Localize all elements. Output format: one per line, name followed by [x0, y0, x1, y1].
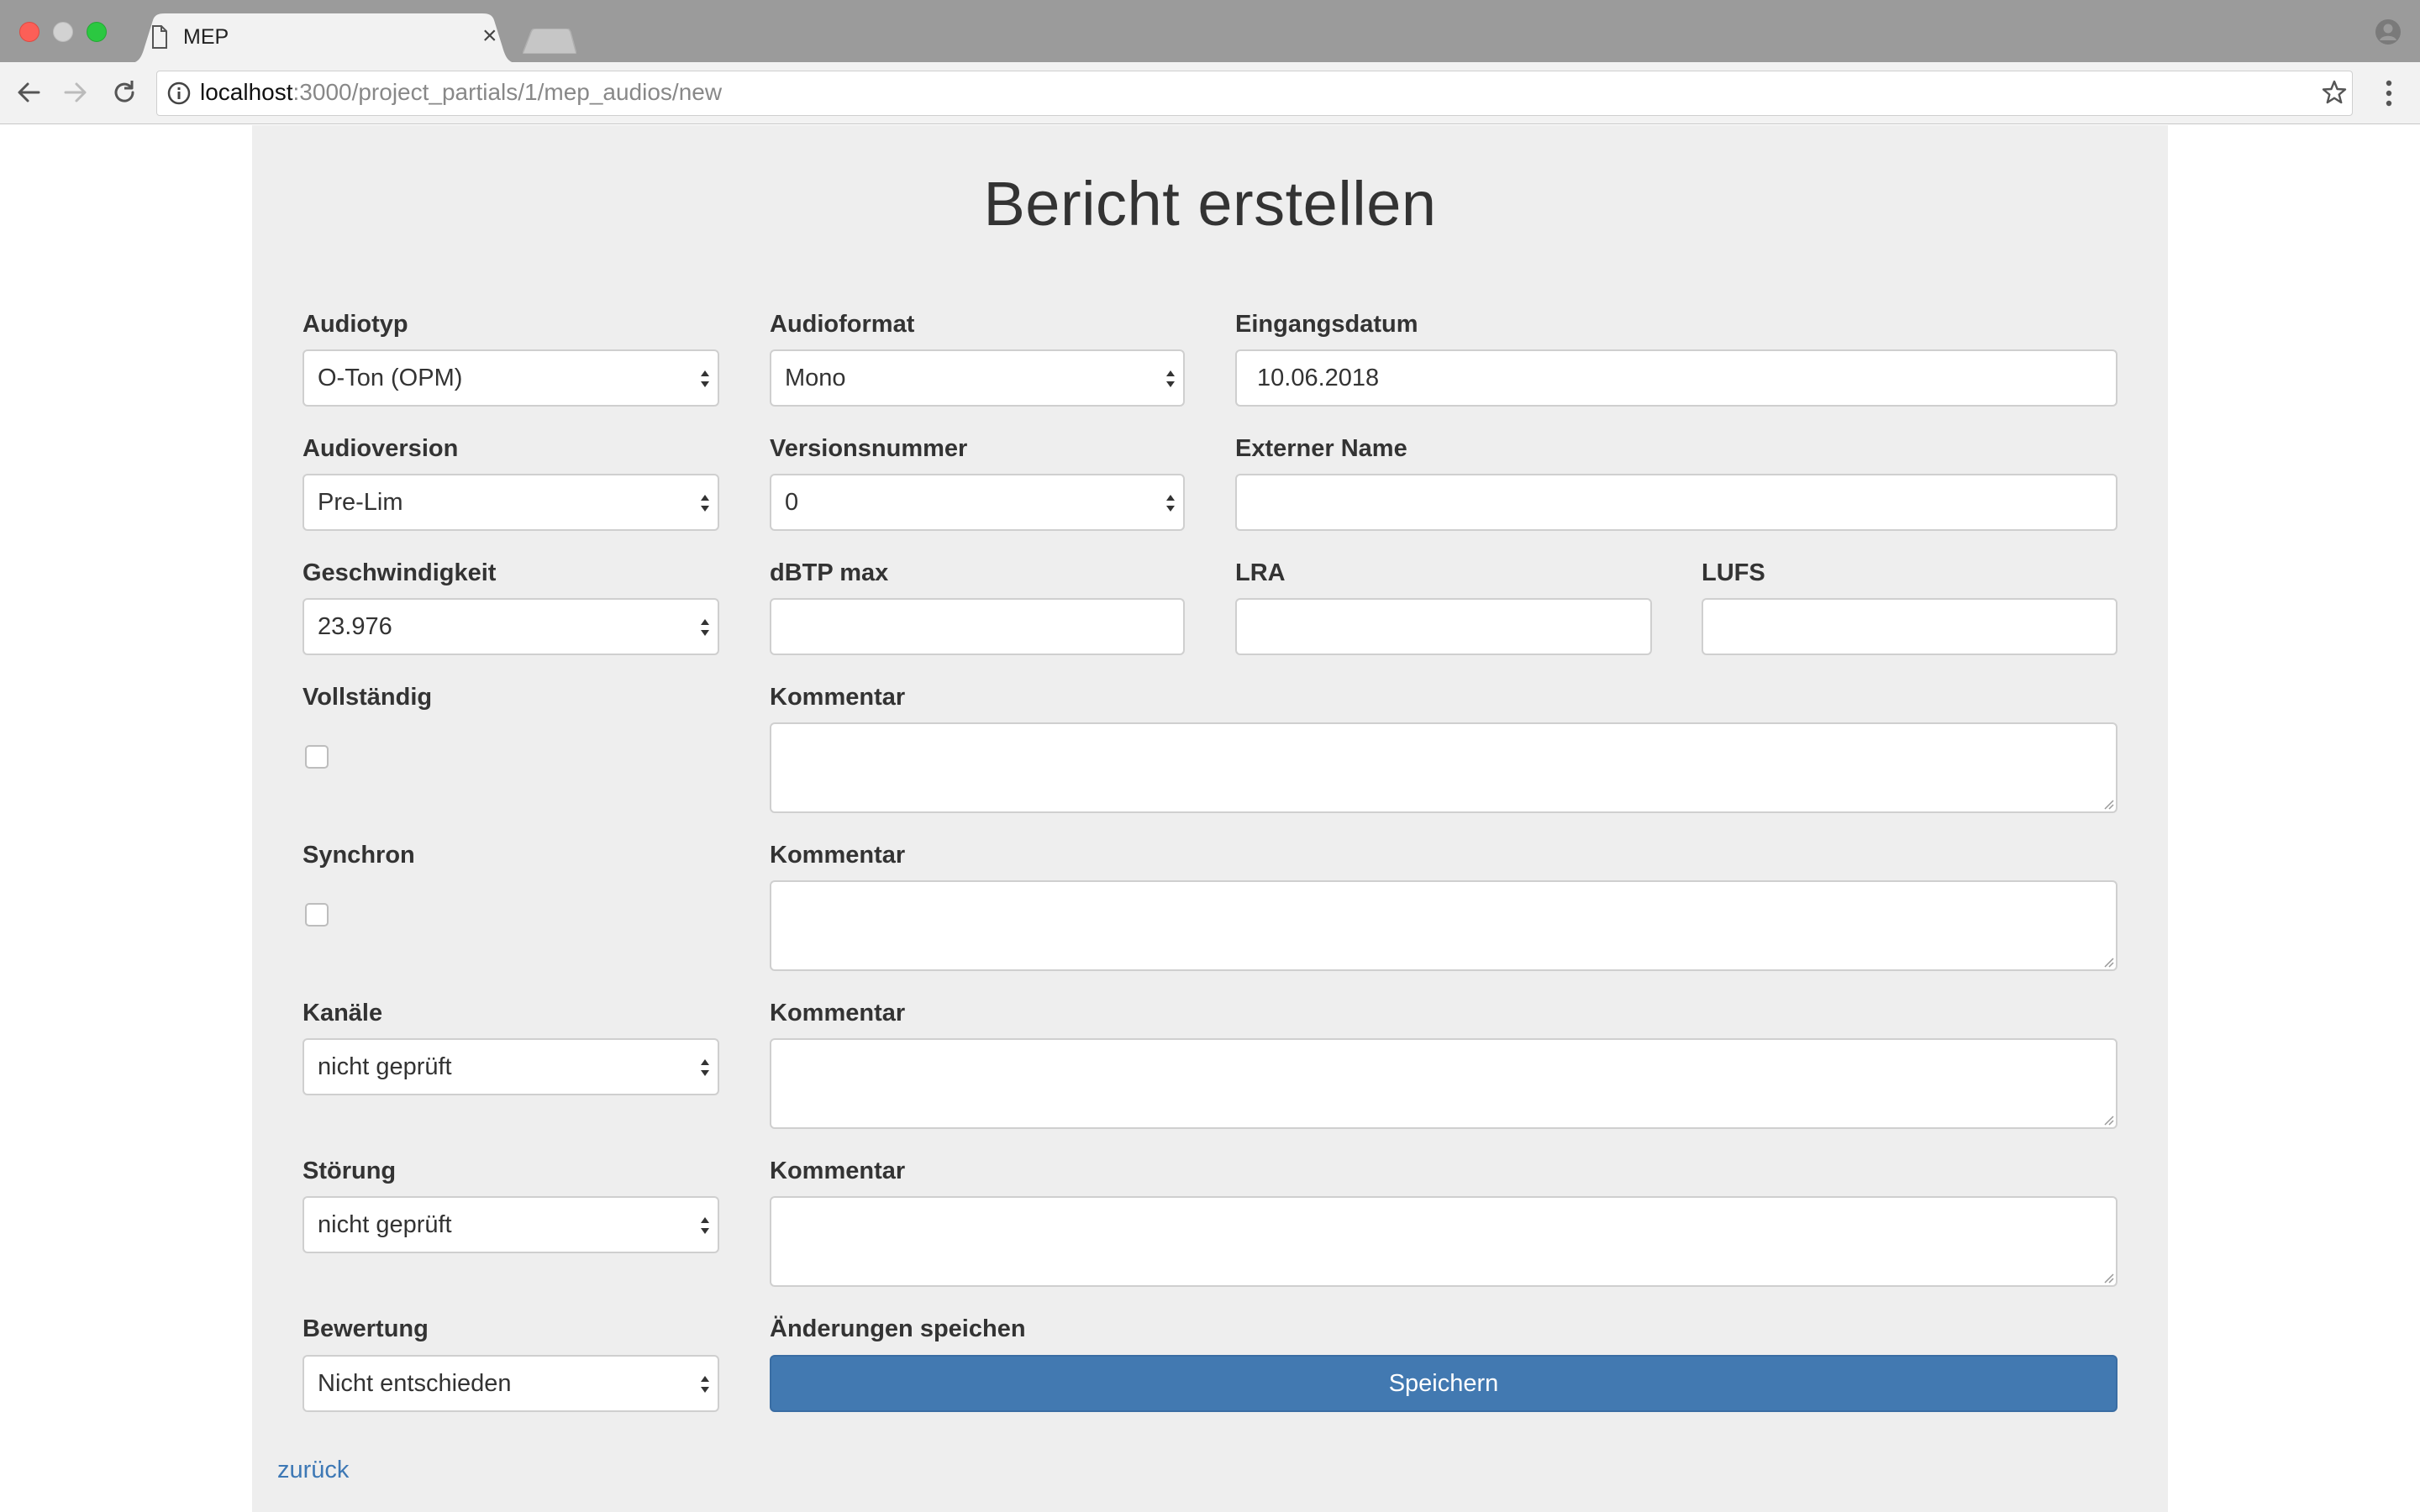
kanaele-select[interactable]: nicht geprüft	[302, 1038, 719, 1095]
synchron-comment-label: Kommentar	[770, 842, 906, 869]
save-section-label: Änderungen speichen	[770, 1315, 1026, 1342]
resize-grip-icon[interactable]	[2102, 956, 2114, 968]
url-path: :3000/project_partials/1/mep_audios/new	[292, 79, 723, 105]
vollstaendig-checkbox[interactable]	[305, 745, 329, 769]
stoerung-label: Störung	[302, 1158, 397, 1184]
stoerung-comment-label: Kommentar	[770, 1158, 906, 1184]
audioversion-label: Audioversion	[302, 435, 459, 462]
select-arrows-icon	[701, 619, 709, 636]
bewertung-select[interactable]: Nicht entschieden	[302, 1355, 719, 1412]
resize-grip-icon[interactable]	[2102, 1272, 2114, 1284]
audioformat-select[interactable]: Mono	[770, 349, 1185, 407]
kanaele-label: Kanäle	[302, 1000, 383, 1026]
select-arrows-icon	[701, 1376, 709, 1393]
profile-icon[interactable]	[2375, 18, 2402, 45]
geschwindigkeit-value: 23.976	[318, 613, 392, 640]
synchron-comment-textarea[interactable]	[770, 880, 2118, 971]
externer-name-label: Externer Name	[1235, 435, 1407, 462]
audioformat-value: Mono	[785, 365, 846, 391]
dbtp-max-label: dBTP max	[770, 559, 889, 586]
reload-icon[interactable]	[109, 77, 139, 108]
new-tab-button[interactable]	[523, 29, 576, 54]
audiotyp-value: O-Ton (OPM)	[318, 365, 463, 391]
externer-name-input[interactable]	[1235, 474, 2118, 531]
tab-title: MEP	[183, 25, 229, 49]
geschwindigkeit-label: Geschwindigkeit	[302, 559, 497, 586]
kanaele-comment-label: Kommentar	[770, 1000, 906, 1026]
versionsnummer-select[interactable]: 0	[770, 474, 1185, 531]
lra-label: LRA	[1235, 559, 1286, 586]
bewertung-value: Nicht entschieden	[318, 1370, 512, 1397]
eingangsdatum-label: Eingangsdatum	[1235, 311, 1418, 338]
minimize-window-button[interactable]	[53, 22, 73, 42]
eingangsdatum-value: 10.06.2018	[1257, 365, 1380, 391]
vollstaendig-comment-label: Kommentar	[770, 684, 906, 711]
audioversion-select[interactable]: Pre-Lim	[302, 474, 719, 531]
url-text[interactable]: localhost:3000/project_partials/1/mep_au…	[200, 79, 722, 106]
save-button[interactable]: Speichern	[770, 1355, 2118, 1412]
close-window-button[interactable]	[19, 22, 39, 42]
page-icon	[152, 25, 167, 49]
eingangsdatum-input[interactable]: 10.06.2018	[1235, 349, 2118, 407]
tab-close-icon[interactable]: ×	[482, 22, 497, 50]
select-arrows-icon	[701, 1217, 709, 1234]
select-arrows-icon	[701, 1059, 709, 1076]
stoerung-select[interactable]: nicht geprüft	[302, 1196, 719, 1253]
lufs-label: LUFS	[1702, 559, 1765, 586]
form-panel	[252, 125, 2168, 1512]
url-host: localhost	[200, 79, 293, 105]
audiotyp-select[interactable]: O-Ton (OPM)	[302, 349, 719, 407]
lra-input[interactable]	[1235, 598, 1652, 655]
select-arrows-icon	[1166, 495, 1175, 512]
resize-grip-icon[interactable]	[2102, 1114, 2114, 1126]
versionsnummer-label: Versionsnummer	[770, 435, 968, 462]
synchron-checkbox[interactable]	[305, 903, 329, 927]
geschwindigkeit-select[interactable]: 23.976	[302, 598, 719, 655]
audioformat-label: Audioformat	[770, 311, 915, 338]
back-link[interactable]: zurück	[277, 1457, 349, 1484]
bewertung-label: Bewertung	[302, 1315, 429, 1342]
vollstaendig-comment-textarea[interactable]	[770, 722, 2118, 813]
audiotyp-label: Audiotyp	[302, 311, 408, 338]
versionsnummer-value: 0	[785, 489, 799, 516]
kanaele-comment-textarea[interactable]	[770, 1038, 2118, 1129]
stoerung-comment-textarea[interactable]	[770, 1196, 2118, 1287]
kanaele-value: nicht geprüft	[318, 1053, 452, 1080]
page-title: Bericht erstellen	[983, 169, 1437, 239]
dbtp-max-input[interactable]	[770, 598, 1185, 655]
site-info-icon[interactable]	[166, 81, 192, 106]
browser-menu-icon[interactable]	[2383, 79, 2395, 108]
select-arrows-icon	[1166, 370, 1175, 387]
lufs-input[interactable]	[1702, 598, 2118, 655]
select-arrows-icon	[701, 370, 709, 387]
vollstaendig-label: Vollständig	[302, 684, 433, 711]
synchron-label: Synchron	[302, 842, 415, 869]
forward-arrow-icon[interactable]	[60, 77, 91, 108]
select-arrows-icon	[701, 495, 709, 512]
resize-grip-icon[interactable]	[2102, 798, 2114, 810]
stoerung-value: nicht geprüft	[318, 1211, 452, 1238]
back-arrow-icon[interactable]	[13, 77, 44, 108]
audioversion-value: Pre-Lim	[318, 489, 403, 516]
zoom-window-button[interactable]	[87, 22, 107, 42]
bookmark-star-icon[interactable]	[2321, 79, 2348, 106]
